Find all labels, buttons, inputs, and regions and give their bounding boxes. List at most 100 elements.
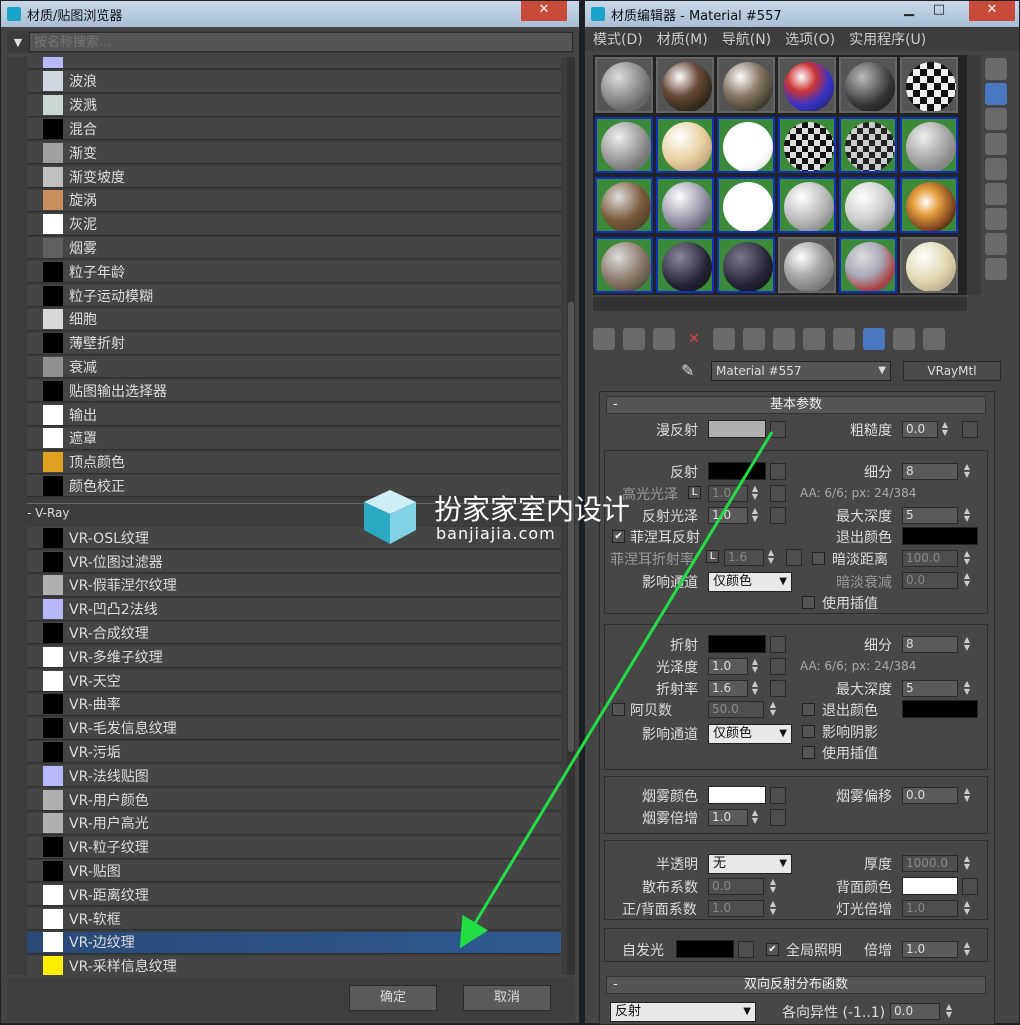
- material-slot[interactable]: [778, 117, 836, 173]
- show-map-in-viewport-icon[interactable]: [833, 328, 855, 350]
- list-item[interactable]: VR-位图过滤器: [27, 551, 561, 573]
- refract-exit-color-checkbox[interactable]: [802, 703, 815, 716]
- list-item[interactable]: 泼溅: [27, 94, 561, 117]
- list-item[interactable]: 旋涡: [27, 189, 561, 212]
- dim-distance-arrows[interactable]: ▲ ▼: [962, 550, 972, 567]
- menu-utilities[interactable]: 实用程序(U): [849, 29, 926, 49]
- abbe-spinner[interactable]: 50.0: [708, 701, 764, 718]
- list-item[interactable]: [27, 57, 561, 69]
- material-slot[interactable]: [839, 237, 897, 293]
- reflect-subdiv-arrows[interactable]: ▲ ▼: [962, 463, 972, 480]
- light-mult-spinner[interactable]: 1.0: [902, 900, 958, 917]
- back-color-map-button[interactable]: [962, 878, 978, 895]
- self-illum-color-swatch[interactable]: [676, 940, 734, 958]
- refract-gloss-map-button[interactable]: [770, 658, 786, 675]
- self-illum-map-button[interactable]: [738, 941, 754, 958]
- list-item[interactable]: VR-贴图: [27, 860, 561, 883]
- fog-color-swatch[interactable]: [708, 786, 766, 804]
- list-item[interactable]: 遮罩: [27, 427, 561, 450]
- refract-gloss-arrows[interactable]: ▲ ▼: [750, 658, 760, 675]
- abbe-arrows[interactable]: ▲ ▼: [768, 701, 778, 718]
- fwd-back-arrows[interactable]: ▲ ▼: [768, 900, 778, 917]
- rollout-basic-header[interactable]: - 基本参数: [606, 396, 986, 414]
- dim-distance-checkbox[interactable]: [812, 552, 825, 565]
- material-slot[interactable]: [778, 237, 836, 293]
- fog-bias-spinner[interactable]: 0.0: [902, 787, 958, 804]
- maximize-button[interactable]: □: [925, 1, 953, 21]
- list-item[interactable]: 薄壁折射: [27, 332, 561, 355]
- cancel-button[interactable]: 取消: [463, 985, 551, 1011]
- fresnel-ior-map-button[interactable]: [786, 549, 802, 566]
- material-slot[interactable]: [900, 57, 958, 113]
- fresnel-ior-spinner[interactable]: 1.6: [724, 549, 764, 566]
- eyedropper-icon[interactable]: ✎: [681, 361, 694, 380]
- ior-arrows[interactable]: ▲ ▼: [750, 680, 760, 697]
- list-item[interactable]: 渐变: [27, 142, 561, 165]
- material-slot[interactable]: [595, 57, 653, 113]
- minimize-button[interactable]: ▁: [895, 1, 923, 21]
- refl-gloss-map-button[interactable]: [770, 507, 786, 524]
- list-item[interactable]: 衰减: [27, 356, 561, 379]
- go-forward-sibling-icon[interactable]: [923, 328, 945, 350]
- menu-material[interactable]: 材质(M): [657, 29, 708, 49]
- material-navigator-icon[interactable]: [985, 258, 1007, 280]
- get-material-icon[interactable]: [593, 328, 615, 350]
- ok-button[interactable]: 确定: [349, 985, 437, 1011]
- fog-bias-arrows[interactable]: ▲ ▼: [962, 787, 972, 804]
- diffuse-color-swatch[interactable]: [708, 420, 766, 438]
- fog-mult-arrows[interactable]: ▲ ▼: [750, 809, 760, 826]
- menu-options[interactable]: 选项(O): [785, 29, 835, 49]
- put-to-scene-icon[interactable]: [623, 328, 645, 350]
- fwd-back-spinner[interactable]: 1.0: [708, 900, 764, 917]
- sample-type-icon[interactable]: [985, 58, 1007, 80]
- make-unique-icon[interactable]: [743, 328, 765, 350]
- refl-exit-color-swatch[interactable]: [902, 527, 978, 545]
- material-slot[interactable]: [717, 177, 775, 233]
- refract-map-button[interactable]: [770, 636, 786, 653]
- material-slot[interactable]: [778, 177, 836, 233]
- gi-checkbox[interactable]: ✔: [766, 943, 779, 956]
- material-slot[interactable]: [717, 117, 775, 173]
- material-slot[interactable]: [656, 237, 714, 293]
- hilight-gloss-map-button[interactable]: [770, 485, 786, 502]
- material-slot[interactable]: [595, 237, 653, 293]
- reflect-map-button[interactable]: [770, 463, 786, 480]
- put-to-library-icon[interactable]: [773, 328, 795, 350]
- list-item[interactable]: 贴图输出选择器: [27, 380, 561, 403]
- material-slot[interactable]: [900, 237, 958, 293]
- refract-subdiv-arrows[interactable]: ▲ ▼: [962, 636, 972, 653]
- list-item[interactable]: 细胞: [27, 308, 561, 331]
- hilight-gloss-arrows[interactable]: ▲ ▼: [750, 485, 760, 502]
- anisotropy-spinner[interactable]: 0.0: [890, 1003, 940, 1020]
- video-color-check-icon[interactable]: [985, 158, 1007, 180]
- scatter-arrows[interactable]: ▲ ▼: [768, 878, 778, 895]
- thickness-spinner[interactable]: 1000.0: [902, 855, 958, 872]
- affect-shadows-checkbox[interactable]: [802, 725, 815, 738]
- ior-spinner[interactable]: 1.6: [708, 680, 748, 697]
- reflect-color-swatch[interactable]: [708, 462, 766, 480]
- refl-max-depth-spinner[interactable]: 5: [902, 507, 958, 524]
- rollout-brdf-header[interactable]: - 双向反射分布函数: [606, 976, 986, 994]
- fog-mult-spinner[interactable]: 1.0: [708, 809, 748, 826]
- menu-mode[interactable]: 模式(D): [593, 29, 643, 49]
- scatter-spinner[interactable]: 0.0: [708, 878, 764, 895]
- list-item[interactable]: VR-多维子纹理: [27, 646, 561, 669]
- hilight-gloss-spinner[interactable]: 1.0: [708, 485, 748, 502]
- material-id-channel-icon[interactable]: [803, 328, 825, 350]
- material-slot[interactable]: [656, 57, 714, 113]
- list-item[interactable]: 混合: [27, 118, 561, 141]
- material-slot[interactable]: [839, 57, 897, 113]
- slots-vertical-scrollbar[interactable]: [967, 55, 981, 295]
- list-item[interactable]: VR-毛发信息纹理: [27, 717, 561, 740]
- fresnel-ior-arrows[interactable]: ▲ ▼: [766, 549, 776, 566]
- material-slot[interactable]: [717, 57, 775, 113]
- list-item[interactable]: VR-法线贴图: [27, 765, 561, 788]
- material-slot[interactable]: [656, 117, 714, 173]
- list-item[interactable]: 粒子运动模糊: [27, 285, 561, 307]
- material-slot[interactable]: [656, 177, 714, 233]
- mult-spinner[interactable]: 1.0: [902, 941, 958, 958]
- material-slot[interactable]: [595, 177, 653, 233]
- material-slot[interactable]: [839, 117, 897, 173]
- refract-affect-channels-dropdown[interactable]: 仅颜色 ▼: [708, 724, 792, 744]
- fog-color-map-button[interactable]: [770, 787, 786, 804]
